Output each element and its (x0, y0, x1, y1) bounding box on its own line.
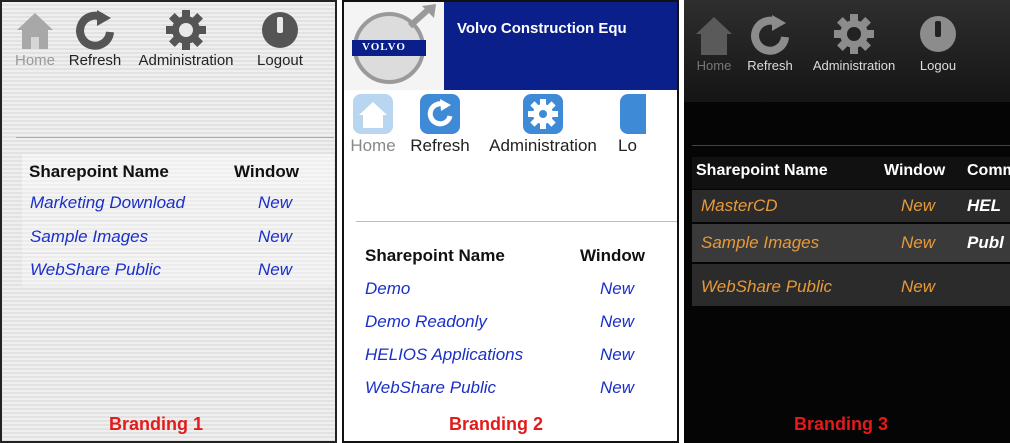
new-window-link[interactable]: New (600, 345, 634, 365)
sharepoint-link[interactable]: Sample Images (30, 227, 148, 247)
logo-area: VOLVO (344, 2, 444, 90)
refresh-icon (420, 94, 460, 134)
branding-label: Branding 3 (794, 414, 889, 434)
new-window-link[interactable]: New (901, 233, 935, 253)
sharepoint-link[interactable]: Marketing Download (30, 193, 185, 213)
power-icon (920, 16, 956, 52)
toolbar-label-logout: Logou (919, 58, 957, 73)
sharepoint-link[interactable]: WebShare Public (701, 277, 832, 297)
gear-icon (834, 14, 874, 54)
toolbar-administration[interactable]: Administration (804, 10, 904, 73)
toolbar: Home Refresh Administration (12, 8, 308, 69)
new-window-link[interactable]: New (258, 227, 292, 247)
header-window: Window (234, 162, 299, 181)
branding-1-panel: Home Refresh Administration Logout Share… (0, 0, 337, 443)
toolbar-label-administration: Administration (138, 52, 234, 69)
toolbar-label-administration: Administration (489, 136, 597, 155)
divider (356, 221, 677, 222)
toolbar-refresh[interactable]: Refresh (404, 92, 476, 156)
sharepoint-link[interactable]: Sample Images (701, 233, 819, 253)
home-icon (17, 13, 53, 49)
gear-icon (523, 94, 563, 134)
new-window-link[interactable]: New (258, 260, 292, 280)
divider (692, 145, 1010, 146)
new-window-link[interactable]: New (600, 279, 634, 299)
branding-3-panel: Home Refresh Administration Logou Sharep… (684, 0, 1010, 443)
new-window-link[interactable]: New (901, 196, 935, 216)
comment-cell: HEL (967, 196, 1001, 215)
sharepoint-link[interactable]: WebShare Public (30, 260, 161, 280)
toolbar-label-home: Home (350, 136, 396, 155)
toolbar-logout[interactable]: Logout (252, 8, 308, 69)
branding-label: Branding 1 (109, 414, 204, 434)
toolbar-logout[interactable]: Lo (618, 92, 646, 156)
comment-cell: Publ (967, 233, 1004, 252)
sharepoint-link[interactable]: Demo Readonly (365, 312, 487, 332)
toolbar-home[interactable]: Home (12, 8, 58, 69)
home-icon (696, 17, 732, 55)
new-window-link[interactable]: New (600, 378, 634, 398)
toolbar-home[interactable]: Home (350, 92, 396, 156)
header-sharepoint-name: Sharepoint Name (29, 162, 169, 181)
toolbar-logout[interactable]: Logou (916, 10, 960, 73)
toolbar-administration[interactable]: Administration (478, 92, 608, 156)
header-window: Window (884, 162, 946, 179)
toolbar-refresh[interactable]: Refresh (738, 10, 802, 73)
new-window-link[interactable]: New (901, 277, 935, 297)
header-sharepoint-name: Sharepoint Name (696, 162, 828, 179)
home-icon (353, 94, 393, 134)
power-icon (620, 94, 646, 134)
toolbar-label-refresh: Refresh (747, 58, 793, 73)
toolbar-label-logout: Lo (618, 136, 637, 155)
branding-label: Branding 2 (449, 414, 544, 434)
sharepoint-link[interactable]: HELIOS Applications (365, 345, 523, 365)
toolbar-label-home: Home (696, 58, 732, 73)
toolbar-label-refresh: Refresh (410, 136, 470, 155)
toolbar: Home Refresh Administration Lo (350, 92, 646, 156)
toolbar-home[interactable]: Home (692, 10, 736, 73)
sharepoint-link[interactable]: WebShare Public (365, 378, 496, 398)
toolbar-label-logout: Logout (257, 52, 303, 69)
new-window-link[interactable]: New (258, 193, 292, 213)
divider (16, 137, 334, 138)
gear-icon (166, 10, 206, 50)
sharepoint-link[interactable]: MasterCD (701, 196, 778, 216)
power-icon (262, 12, 298, 48)
branding-2-panel: VOLVO Volvo Construction Equ Home Refres… (342, 0, 679, 443)
banner-title: Volvo Construction Equ (457, 20, 627, 37)
toolbar-label-refresh: Refresh (68, 52, 122, 69)
header-sharepoint-name: Sharepoint Name (365, 246, 505, 265)
refresh-icon (76, 10, 114, 50)
header-window: Window (580, 246, 645, 265)
refresh-icon (751, 15, 789, 55)
toolbar-refresh[interactable]: Refresh (62, 8, 128, 69)
logo-text: VOLVO (362, 41, 406, 53)
toolbar-label-administration: Administration (812, 58, 896, 73)
new-window-link[interactable]: New (600, 312, 634, 332)
toolbar-administration[interactable]: Administration (132, 8, 240, 69)
header-comment: Comm (967, 162, 1010, 179)
toolbar: Home Refresh Administration (692, 10, 960, 73)
toolbar-label-home: Home (14, 52, 55, 69)
sharepoint-link[interactable]: Demo (365, 279, 410, 299)
